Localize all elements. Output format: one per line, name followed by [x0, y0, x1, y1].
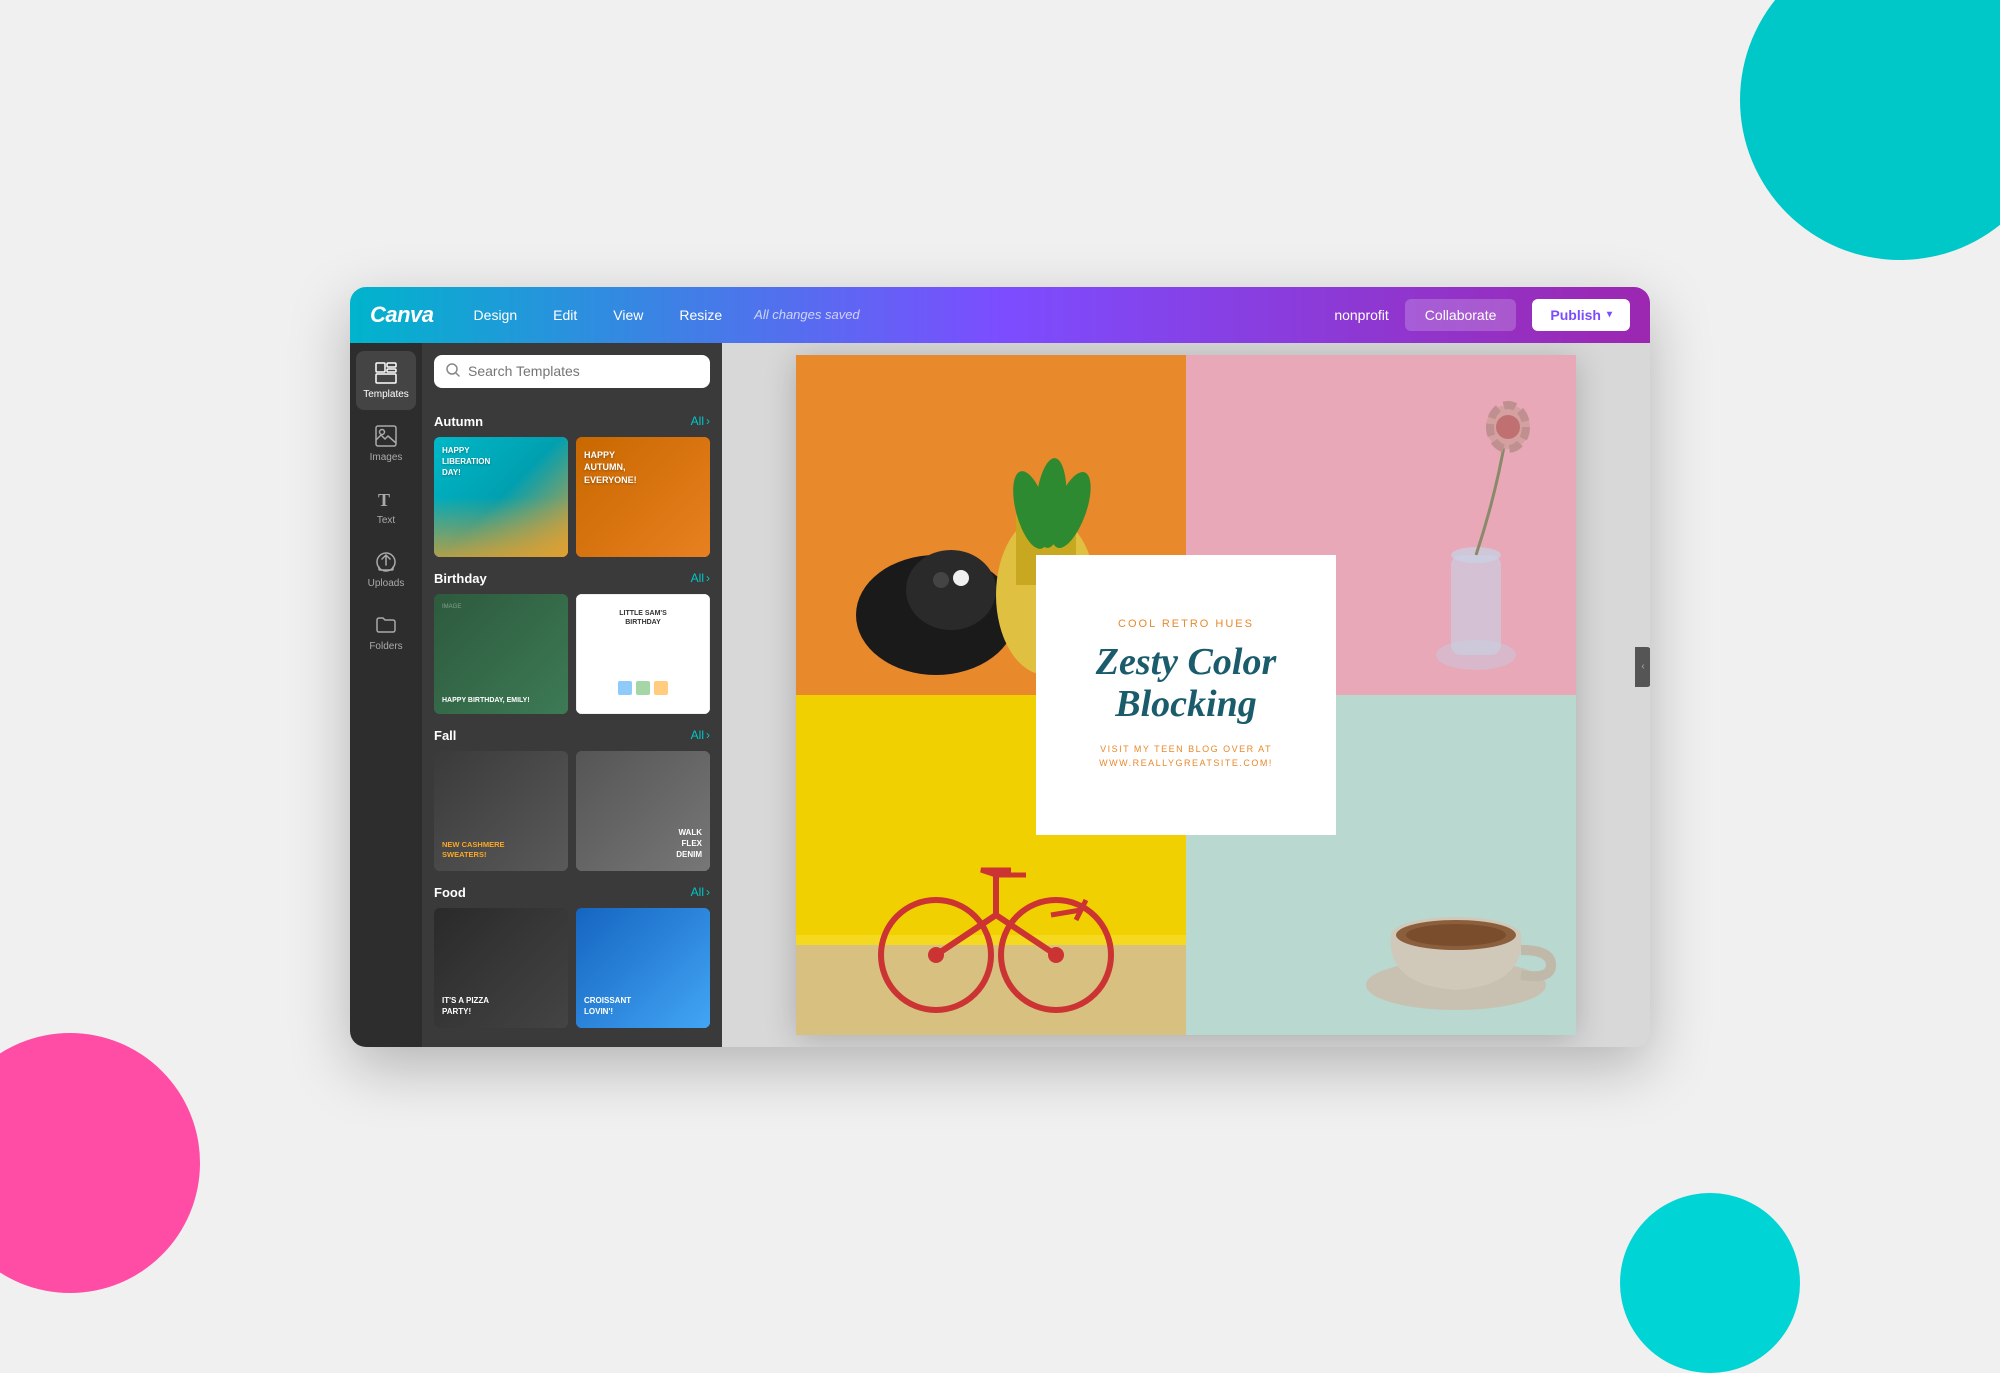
bg-decoration-teal	[1740, 0, 2000, 260]
center-card: COOL RETRO HUES Zesty Color Blocking VIS…	[1036, 555, 1336, 835]
nav-resize[interactable]: Resize	[671, 303, 730, 327]
card-title: Zesty Color Blocking	[1060, 642, 1312, 726]
sidebar-item-folders[interactable]: Folders	[356, 603, 416, 662]
search-container	[422, 343, 722, 400]
template-card-autumn2[interactable]: HAPPYAUTUMN,EVERYONE!	[576, 437, 710, 557]
section-all-food[interactable]: All ›	[691, 885, 710, 899]
templates-panel: Autumn All › HAPPYLIBERATIONDAY!	[422, 343, 722, 1047]
section-title-fall: Fall	[434, 728, 456, 743]
birthday-template-grid: IMAGE HAPPY BIRTHDAY, EMILY! LITTLE SAM'…	[434, 594, 710, 714]
section-fall: Fall All › NEW CASHMERESWEATERS!	[434, 728, 710, 871]
section-header-autumn: Autumn All ›	[434, 414, 710, 429]
chevron-right-icon: ›	[706, 885, 710, 899]
search-box[interactable]	[434, 355, 710, 388]
canvas-area: COOL RETRO HUES Zesty Color Blocking VIS…	[722, 343, 1650, 1047]
section-birthday: Birthday All › IMAGE HAPPY BIRTHDAY, EMI…	[434, 571, 710, 714]
template-card-fall2[interactable]: WALKFLEXDENIM	[576, 751, 710, 871]
app-window: Canva Design Edit View Resize All change…	[350, 287, 1650, 1047]
template-card-bday1[interactable]: IMAGE HAPPY BIRTHDAY, EMILY!	[434, 594, 568, 714]
uploads-icon	[374, 550, 398, 574]
chevron-right-icon: ›	[706, 728, 710, 742]
nav-design[interactable]: Design	[466, 303, 526, 327]
section-header-birthday: Birthday All ›	[434, 571, 710, 586]
templates-icon	[374, 361, 398, 385]
search-icon	[446, 363, 460, 380]
bg-decoration-teal2	[1620, 1193, 1800, 1373]
section-all-birthday[interactable]: All ›	[691, 571, 710, 585]
template-card-food1[interactable]: IT'S A PIZZAPARTY!	[434, 908, 568, 1028]
topbar: Canva Design Edit View Resize All change…	[350, 287, 1650, 343]
fall-template-grid: NEW CASHMERESWEATERS! WALKFLEXDENIM	[434, 751, 710, 871]
section-all-autumn[interactable]: All ›	[691, 414, 710, 428]
icon-sidebar: Templates Images T Text	[350, 343, 422, 1047]
chevron-right-icon: ›	[706, 571, 710, 585]
section-food: Food All › IT'S A PIZZAPARTY!	[434, 885, 710, 1028]
card-body: VISIT MY TEEN BLOG OVER AT WWW.REALLYGRE…	[1099, 742, 1273, 771]
sidebar-item-images[interactable]: Images	[356, 414, 416, 473]
template-card-fall1[interactable]: NEW CASHMERESWEATERS!	[434, 751, 568, 871]
images-icon	[374, 424, 398, 448]
section-title-food: Food	[434, 885, 466, 900]
collaborate-button[interactable]: Collaborate	[1405, 299, 1517, 331]
templates-label: Templates	[363, 389, 409, 400]
chevron-down-icon: ▾	[1607, 309, 1612, 320]
topbar-nav: Design Edit View Resize	[466, 303, 731, 327]
main-area: Templates Images T Text	[350, 343, 1650, 1047]
sidebar-item-uploads[interactable]: Uploads	[356, 540, 416, 599]
text-icon: T	[374, 487, 398, 511]
publish-button[interactable]: Publish ▾	[1532, 299, 1630, 331]
template-card-autumn1[interactable]: HAPPYLIBERATIONDAY!	[434, 437, 568, 557]
publish-label: Publish	[1550, 307, 1601, 323]
autumn-template-grid: HAPPYLIBERATIONDAY! HAPPYAUTUMN,EVERYONE…	[434, 437, 710, 557]
food-template-grid: IT'S A PIZZAPARTY! CROISSANTLOVIN'!	[434, 908, 710, 1028]
card-subtitle: COOL RETRO HUES	[1118, 618, 1254, 630]
nav-edit[interactable]: Edit	[545, 303, 585, 327]
sidebar-item-text[interactable]: T Text	[356, 477, 416, 536]
text-label: Text	[377, 515, 395, 526]
section-title-birthday: Birthday	[434, 571, 487, 586]
sidebar-item-templates[interactable]: Templates	[356, 351, 416, 410]
nonprofit-label: nonprofit	[1334, 307, 1388, 323]
template-card-bday2[interactable]: LITTLE SAM'SBIRTHDAY	[576, 594, 710, 714]
section-header-fall: Fall All ›	[434, 728, 710, 743]
folders-label: Folders	[369, 641, 402, 652]
app-logo: Canva	[370, 302, 434, 328]
uploads-label: Uploads	[368, 578, 405, 589]
design-canvas: COOL RETRO HUES Zesty Color Blocking VIS…	[796, 355, 1576, 1035]
section-header-food: Food All ›	[434, 885, 710, 900]
templates-scroll[interactable]: Autumn All › HAPPYLIBERATIONDAY!	[422, 400, 722, 1047]
images-label: Images	[370, 452, 403, 463]
search-input[interactable]	[468, 363, 698, 379]
template-card-food2[interactable]: CROISSANTLOVIN'!	[576, 908, 710, 1028]
bg-decoration-pink	[0, 1033, 200, 1293]
folders-icon	[374, 613, 398, 637]
topbar-right: nonprofit Collaborate Publish ▾	[1334, 299, 1630, 331]
section-autumn: Autumn All › HAPPYLIBERATIONDAY!	[434, 414, 710, 557]
save-status: All changes saved	[754, 307, 1310, 322]
svg-text:T: T	[378, 490, 390, 510]
nav-view[interactable]: View	[605, 303, 651, 327]
section-all-fall[interactable]: All ›	[691, 728, 710, 742]
chevron-right-icon: ›	[706, 414, 710, 428]
section-title-autumn: Autumn	[434, 414, 483, 429]
